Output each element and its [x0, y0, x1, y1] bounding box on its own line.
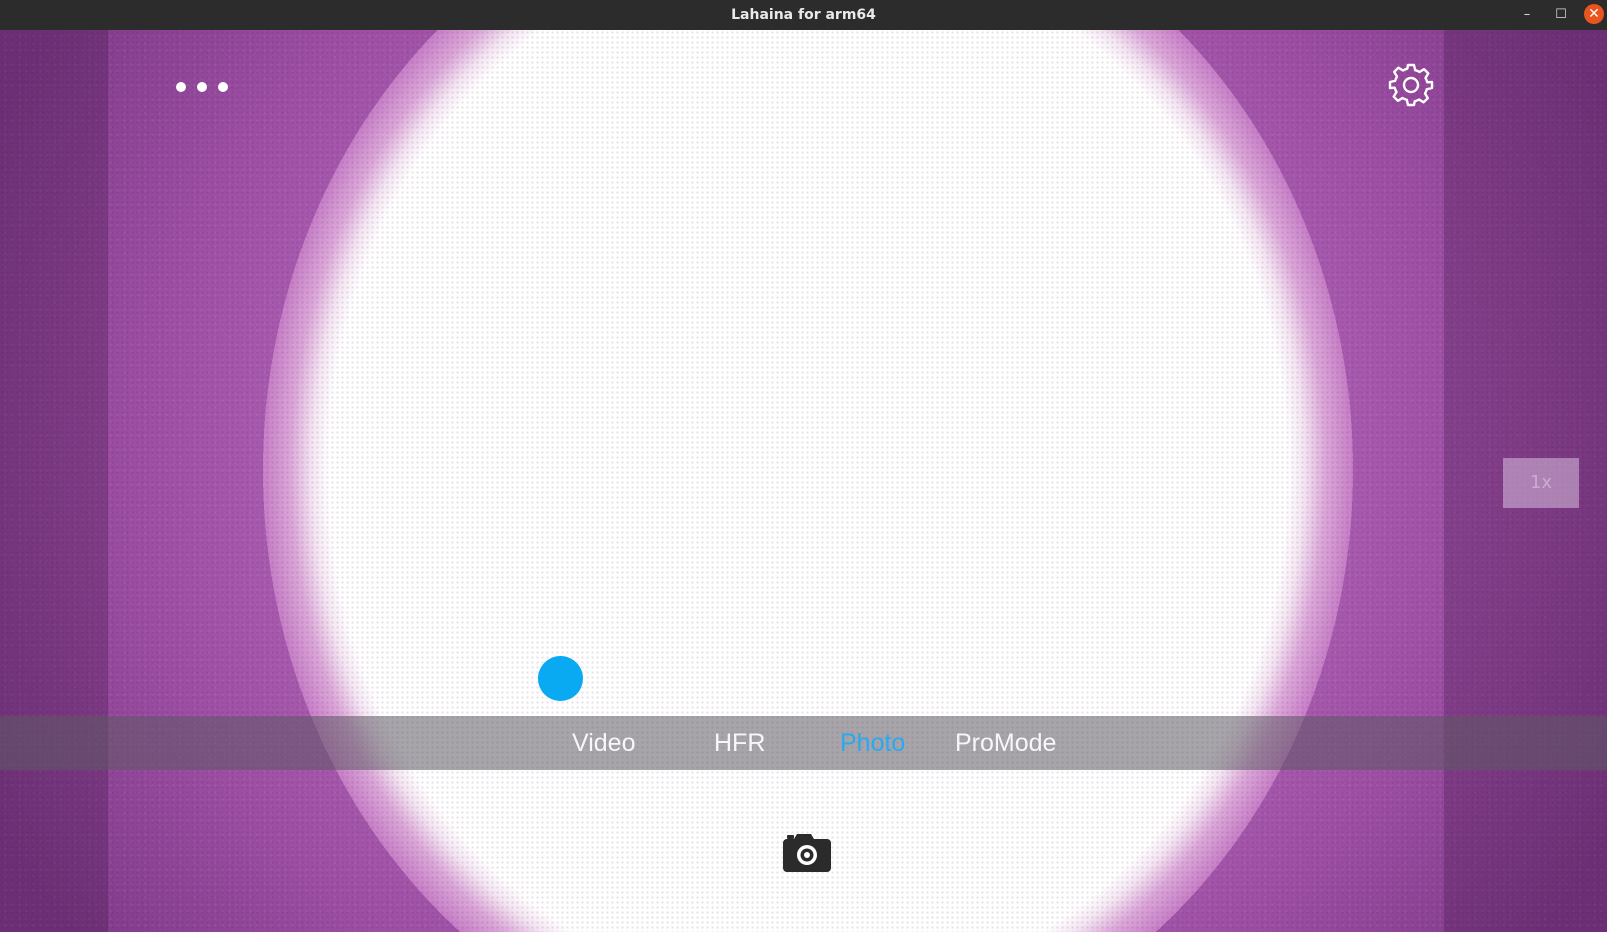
gear-icon	[1388, 63, 1434, 107]
minimize-button[interactable]: –	[1515, 3, 1539, 27]
mode-selector: Video HFR Photo ProMode	[0, 716, 1607, 770]
shutter-button[interactable]	[779, 828, 835, 874]
camera-preview[interactable]: 1x Video HFR Photo ProMode	[0, 30, 1607, 932]
close-button[interactable]: ✕	[1584, 4, 1604, 24]
window-title: Lahaina for arm64	[731, 7, 876, 23]
app-window: Lahaina for arm64 – ☐ ✕ 1x Video HFR Pho…	[0, 0, 1607, 932]
title-bar: Lahaina for arm64 – ☐ ✕	[0, 0, 1607, 30]
mode-hfr[interactable]: HFR	[714, 716, 765, 770]
mode-video[interactable]: Video	[572, 716, 636, 770]
camera-icon	[783, 834, 831, 872]
more-options-button[interactable]	[176, 74, 228, 100]
preview-texture	[0, 30, 1607, 932]
maximize-button[interactable]: ☐	[1549, 3, 1573, 27]
mode-promode[interactable]: ProMode	[955, 716, 1056, 770]
zoom-level-button[interactable]: 1x	[1503, 458, 1579, 508]
more-options-icon	[176, 82, 186, 92]
more-options-icon	[197, 82, 207, 92]
more-options-icon	[218, 82, 228, 92]
left-panel	[0, 30, 108, 932]
settings-button[interactable]	[1388, 62, 1434, 108]
mode-photo[interactable]: Photo	[840, 716, 905, 770]
focus-indicator[interactable]	[538, 656, 583, 701]
